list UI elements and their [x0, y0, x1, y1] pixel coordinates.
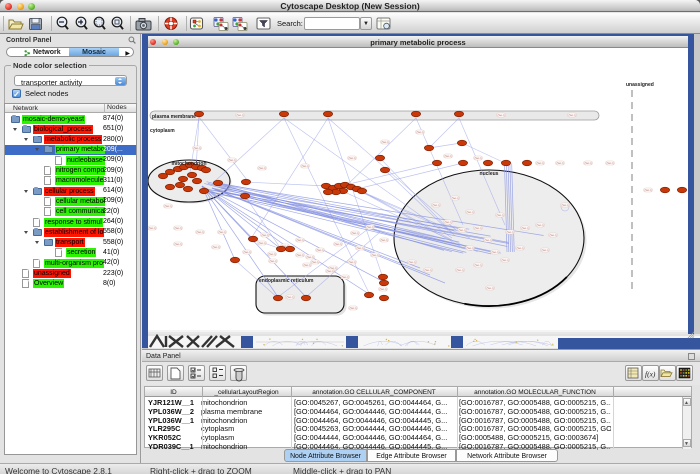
svg-text:(Ser-t): (Ser-t) — [536, 162, 543, 165]
svg-text:(Ser-t): (Ser-t) — [484, 239, 491, 242]
svg-text:(Ser-t): (Ser-t) — [474, 157, 481, 160]
svg-text:plasma membrane: plasma membrane — [152, 114, 196, 120]
svg-text:(Ser-t): (Ser-t) — [416, 131, 423, 134]
svg-text:(Ser-t): (Ser-t) — [568, 114, 575, 117]
svg-text:unassigned: unassigned — [626, 82, 654, 88]
svg-text:(Ser-t): (Ser-t) — [341, 276, 348, 279]
svg-text:(Ser-t): (Ser-t) — [506, 231, 513, 234]
svg-text:(Ser-t): (Ser-t) — [474, 227, 481, 230]
svg-text:(Ser-t): (Ser-t) — [366, 226, 373, 229]
svg-text:(Ser-t): (Ser-t) — [356, 247, 363, 250]
svg-text:cytoplasm: cytoplasm — [150, 128, 175, 134]
svg-text:(Ser-t): (Ser-t) — [466, 247, 473, 250]
svg-text:(Ser-t): (Ser-t) — [301, 165, 308, 168]
svg-text:(Ser-t): (Ser-t) — [486, 287, 493, 290]
svg-text:(Ser-t): (Ser-t) — [380, 239, 387, 242]
svg-text:(Ser-t): (Ser-t) — [606, 162, 613, 165]
svg-text:(Ser-t): (Ser-t) — [174, 243, 181, 246]
svg-text:(Ser-t): (Ser-t) — [258, 242, 265, 245]
svg-text:(Ser-t): (Ser-t) — [148, 227, 155, 230]
svg-text:(Ser-t): (Ser-t) — [541, 249, 548, 252]
svg-text:(Ser-t): (Ser-t) — [644, 189, 651, 192]
svg-text:(Ser-t): (Ser-t) — [466, 211, 473, 214]
svg-text:(Ser-t): (Ser-t) — [311, 261, 318, 264]
svg-text:(Ser-t): (Ser-t) — [236, 114, 243, 117]
svg-text:(Ser-t): (Ser-t) — [458, 229, 465, 232]
svg-text:f(x): f(x) — [645, 370, 656, 379]
svg-text:(Ser-t): (Ser-t) — [351, 232, 358, 235]
svg-text:(Ser-t): (Ser-t) — [164, 205, 171, 208]
svg-text:(Ser-t): (Ser-t) — [516, 247, 523, 250]
svg-text:(Ser-t): (Ser-t) — [381, 141, 388, 144]
svg-text:(Ser-t): (Ser-t) — [218, 231, 225, 234]
svg-text:(Ser-t): (Ser-t) — [561, 204, 568, 207]
svg-text:(Ser-t): (Ser-t) — [584, 162, 591, 165]
svg-text:(Ser-t): (Ser-t) — [268, 253, 275, 256]
svg-text:(Ser-t): (Ser-t) — [174, 227, 181, 230]
svg-text:(Ser-t): (Ser-t) — [456, 269, 463, 272]
svg-text:(Ser-t): (Ser-t) — [501, 259, 508, 262]
svg-text:(Ser-t): (Ser-t) — [371, 254, 378, 257]
svg-text:(Ser-t): (Ser-t) — [228, 159, 235, 162]
svg-text:nucleus: nucleus — [480, 171, 499, 177]
svg-text:(Ser-t): (Ser-t) — [549, 234, 556, 237]
svg-text:(Ser-t): (Ser-t) — [444, 155, 451, 158]
svg-text:(Ser-t): (Ser-t) — [521, 227, 528, 230]
svg-text:(Ser-t): (Ser-t) — [408, 261, 415, 264]
svg-text:(Ser-t): (Ser-t) — [491, 251, 498, 254]
svg-text:(Ser-t): (Ser-t) — [316, 249, 323, 252]
svg-text:(Ser-t): (Ser-t) — [326, 270, 333, 273]
svg-text:endoplasmic reticulum: endoplasmic reticulum — [259, 278, 314, 284]
svg-text:(Ser-t): (Ser-t) — [286, 296, 293, 299]
svg-text:(Ser-t): (Ser-t) — [444, 221, 451, 224]
svg-text:(Ser-t): (Ser-t) — [212, 246, 219, 249]
svg-text:(Ser-t): (Ser-t) — [243, 251, 250, 254]
svg-text:(Ser-t): (Ser-t) — [269, 260, 276, 263]
svg-text:(Ser-t): (Ser-t) — [261, 234, 268, 237]
svg-text:(Ser-t): (Ser-t) — [474, 264, 481, 267]
svg-text:(Ser-t): (Ser-t) — [258, 167, 265, 170]
svg-text:(Ser-t): (Ser-t) — [196, 231, 203, 234]
svg-text:mitochondrion: mitochondrion — [172, 161, 207, 167]
svg-text:(Ser-t): (Ser-t) — [306, 256, 313, 259]
svg-text:(Ser-t): (Ser-t) — [556, 162, 563, 165]
svg-text:(Ser-t): (Ser-t) — [296, 254, 303, 257]
svg-text:(Ser-t): (Ser-t) — [348, 157, 355, 160]
svg-text:(Ser-t): (Ser-t) — [379, 288, 386, 291]
svg-text:(Ser-t): (Ser-t) — [536, 224, 543, 227]
svg-text:(Ser-t): (Ser-t) — [193, 147, 200, 150]
svg-text:(Ser-t): (Ser-t) — [432, 204, 439, 207]
svg-text:(Ser-t): (Ser-t) — [349, 307, 356, 310]
svg-text:(Ser-t): (Ser-t) — [424, 269, 431, 272]
svg-text:(Ser-t): (Ser-t) — [334, 243, 341, 246]
svg-text:(Ser-t): (Ser-t) — [496, 214, 503, 217]
svg-text:(Ser-t): (Ser-t) — [497, 114, 504, 117]
svg-text:(Ser-t): (Ser-t) — [348, 261, 355, 264]
svg-text:(Ser-t): (Ser-t) — [296, 239, 303, 242]
svg-text:(Ser-t): (Ser-t) — [451, 197, 458, 200]
svg-text:(Ser-t): (Ser-t) — [303, 264, 310, 267]
